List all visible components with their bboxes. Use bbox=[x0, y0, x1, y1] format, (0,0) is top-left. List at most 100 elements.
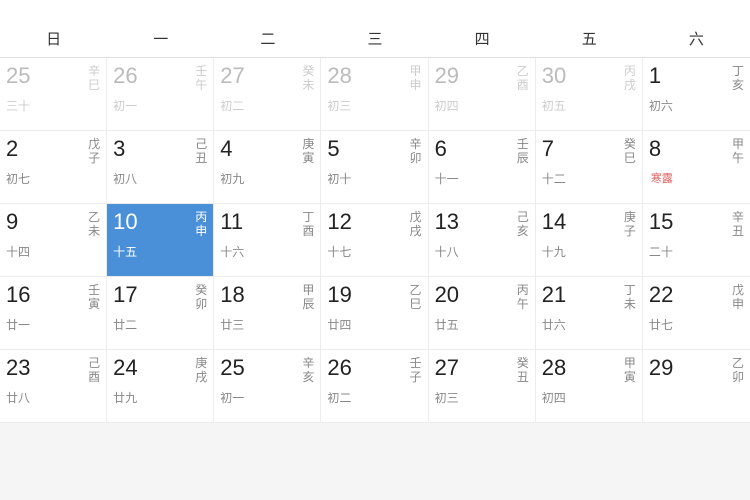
day-lunar: 三十 bbox=[6, 97, 30, 114]
day-cell[interactable]: 29 乙酉 初四 bbox=[429, 58, 536, 130]
day-cell[interactable]: 13 己亥 十八 bbox=[429, 204, 536, 276]
day-lunar: 初七 bbox=[6, 170, 30, 187]
weekday-label: 二 bbox=[214, 20, 321, 57]
day-bottom: 十一 bbox=[435, 170, 529, 187]
day-lunar: 初十 bbox=[327, 170, 351, 187]
day-lunar: 廿九 bbox=[113, 389, 137, 406]
day-lunar: 初三 bbox=[327, 97, 351, 114]
day-cell[interactable]: 7 癸巳 十二 bbox=[536, 131, 643, 203]
day-ganzhi: 壬辰 bbox=[517, 137, 529, 166]
day-ganzhi: 辛卯 bbox=[410, 137, 422, 166]
day-lunar: 廿五 bbox=[435, 316, 459, 333]
calendar-header bbox=[0, 0, 750, 20]
day-lunar: 十八 bbox=[435, 243, 459, 260]
weekday-label: 日 bbox=[0, 20, 107, 57]
day-top: 26 壬子 bbox=[327, 356, 421, 385]
day-bottom: 初四 bbox=[542, 389, 636, 406]
day-cell[interactable]: 1 丁亥 初六 bbox=[643, 58, 750, 130]
day-cell[interactable]: 18 甲辰 廿三 bbox=[214, 277, 321, 349]
day-cell[interactable]: 28 甲申 初三 bbox=[321, 58, 428, 130]
day-top: 8 甲午 bbox=[649, 137, 744, 166]
day-bottom: 寒露 bbox=[649, 170, 744, 186]
day-ganzhi: 壬午 bbox=[195, 64, 207, 93]
day-cell[interactable]: 27 癸未 初二 bbox=[214, 58, 321, 130]
day-top: 22 戊申 bbox=[649, 283, 744, 312]
day-cell[interactable]: 28 甲寅 初四 bbox=[536, 350, 643, 422]
weekday-row: 日一二三四五六 bbox=[0, 20, 750, 58]
day-top: 28 甲寅 bbox=[542, 356, 636, 385]
day-top: 29 乙酉 bbox=[435, 64, 529, 93]
day-cell[interactable]: 14 庚子 十九 bbox=[536, 204, 643, 276]
day-lunar: 廿七 bbox=[649, 316, 673, 333]
day-number: 25 bbox=[6, 64, 30, 88]
day-ganzhi: 丁亥 bbox=[732, 64, 744, 93]
day-top: 21 丁未 bbox=[542, 283, 636, 312]
day-cell[interactable]: 15 辛丑 二十 bbox=[643, 204, 750, 276]
day-cell[interactable]: 26 壬午 初一 bbox=[107, 58, 214, 130]
day-lunar: 廿八 bbox=[6, 389, 30, 406]
weekday-label: 六 bbox=[643, 20, 750, 57]
day-number: 24 bbox=[113, 356, 137, 380]
day-cell[interactable]: 11 丁酉 十六 bbox=[214, 204, 321, 276]
day-ganzhi: 丙午 bbox=[517, 283, 529, 312]
day-cell[interactable]: 4 庚寅 初九 bbox=[214, 131, 321, 203]
day-top: 20 丙午 bbox=[435, 283, 529, 312]
day-number: 20 bbox=[435, 283, 459, 307]
day-lunar: 廿四 bbox=[327, 316, 351, 333]
day-number: 30 bbox=[542, 64, 566, 88]
day-ganzhi: 己酉 bbox=[88, 356, 100, 385]
day-ganzhi: 庚戌 bbox=[195, 356, 207, 385]
day-bottom: 初四 bbox=[435, 97, 529, 114]
day-cell[interactable]: 27 癸丑 初三 bbox=[429, 350, 536, 422]
day-cell[interactable]: 8 甲午 寒露 bbox=[643, 131, 750, 203]
day-lunar: 初二 bbox=[327, 389, 351, 406]
day-top: 25 辛巳 bbox=[6, 64, 100, 93]
day-cell[interactable]: 17 癸卯 廿二 bbox=[107, 277, 214, 349]
day-cell[interactable]: 5 辛卯 初十 bbox=[321, 131, 428, 203]
day-cell[interactable]: 23 己酉 廿八 bbox=[0, 350, 107, 422]
day-cell[interactable]: 9 乙未 十四 bbox=[0, 204, 107, 276]
day-lunar: 十九 bbox=[542, 243, 566, 260]
day-ganzhi: 癸巳 bbox=[624, 137, 636, 166]
day-cell[interactable]: 29 乙卯 bbox=[643, 350, 750, 422]
day-ganzhi: 壬子 bbox=[410, 356, 422, 385]
day-bottom: 十四 bbox=[6, 243, 100, 260]
day-number: 6 bbox=[435, 137, 447, 161]
day-cell[interactable]: 20 丙午 廿五 bbox=[429, 277, 536, 349]
day-cell[interactable]: 30 丙戌 初五 bbox=[536, 58, 643, 130]
day-cell[interactable]: 16 壬寅 廿一 bbox=[0, 277, 107, 349]
day-cell[interactable]: 24 庚戌 廿九 bbox=[107, 350, 214, 422]
day-cell[interactable]: 25 辛巳 三十 bbox=[0, 58, 107, 130]
day-ganzhi: 癸未 bbox=[302, 64, 314, 93]
day-top: 28 甲申 bbox=[327, 64, 421, 93]
day-lunar: 廿二 bbox=[113, 316, 137, 333]
day-number: 11 bbox=[220, 210, 243, 234]
day-lunar: 廿六 bbox=[542, 316, 566, 333]
day-bottom: 初一 bbox=[113, 97, 207, 114]
day-cell[interactable]: 12 戊戌 十七 bbox=[321, 204, 428, 276]
day-number: 18 bbox=[220, 283, 244, 307]
day-cell[interactable]: 26 壬子 初二 bbox=[321, 350, 428, 422]
day-cell[interactable]: 25 辛亥 初一 bbox=[214, 350, 321, 422]
day-ganzhi: 甲辰 bbox=[302, 283, 314, 312]
day-cell[interactable]: 10 丙申 十五 bbox=[107, 204, 214, 276]
day-bottom: 廿九 bbox=[113, 389, 207, 406]
day-lunar: 初六 bbox=[649, 97, 673, 114]
day-cell[interactable]: 6 壬辰 十一 bbox=[429, 131, 536, 203]
week-row: 16 壬寅 廿一 17 癸卯 廿二 18 甲辰 廿三 bbox=[0, 277, 750, 350]
day-lunar: 初一 bbox=[220, 389, 244, 406]
day-bottom: 十八 bbox=[435, 243, 529, 260]
day-cell[interactable]: 2 戊子 初七 bbox=[0, 131, 107, 203]
day-cell[interactable]: 19 乙巳 廿四 bbox=[321, 277, 428, 349]
weekday-label: 四 bbox=[429, 20, 536, 57]
day-bottom: 三十 bbox=[6, 97, 100, 114]
day-top: 7 癸巳 bbox=[542, 137, 636, 166]
day-ganzhi: 甲寅 bbox=[624, 356, 636, 385]
day-cell[interactable]: 22 戊申 廿七 bbox=[643, 277, 750, 349]
day-cell[interactable]: 3 己丑 初八 bbox=[107, 131, 214, 203]
day-bottom: 二十 bbox=[649, 243, 744, 260]
day-cell[interactable]: 21 丁未 廿六 bbox=[536, 277, 643, 349]
day-lunar: 十七 bbox=[327, 243, 351, 260]
day-number: 26 bbox=[113, 64, 137, 88]
day-number: 23 bbox=[6, 356, 30, 380]
